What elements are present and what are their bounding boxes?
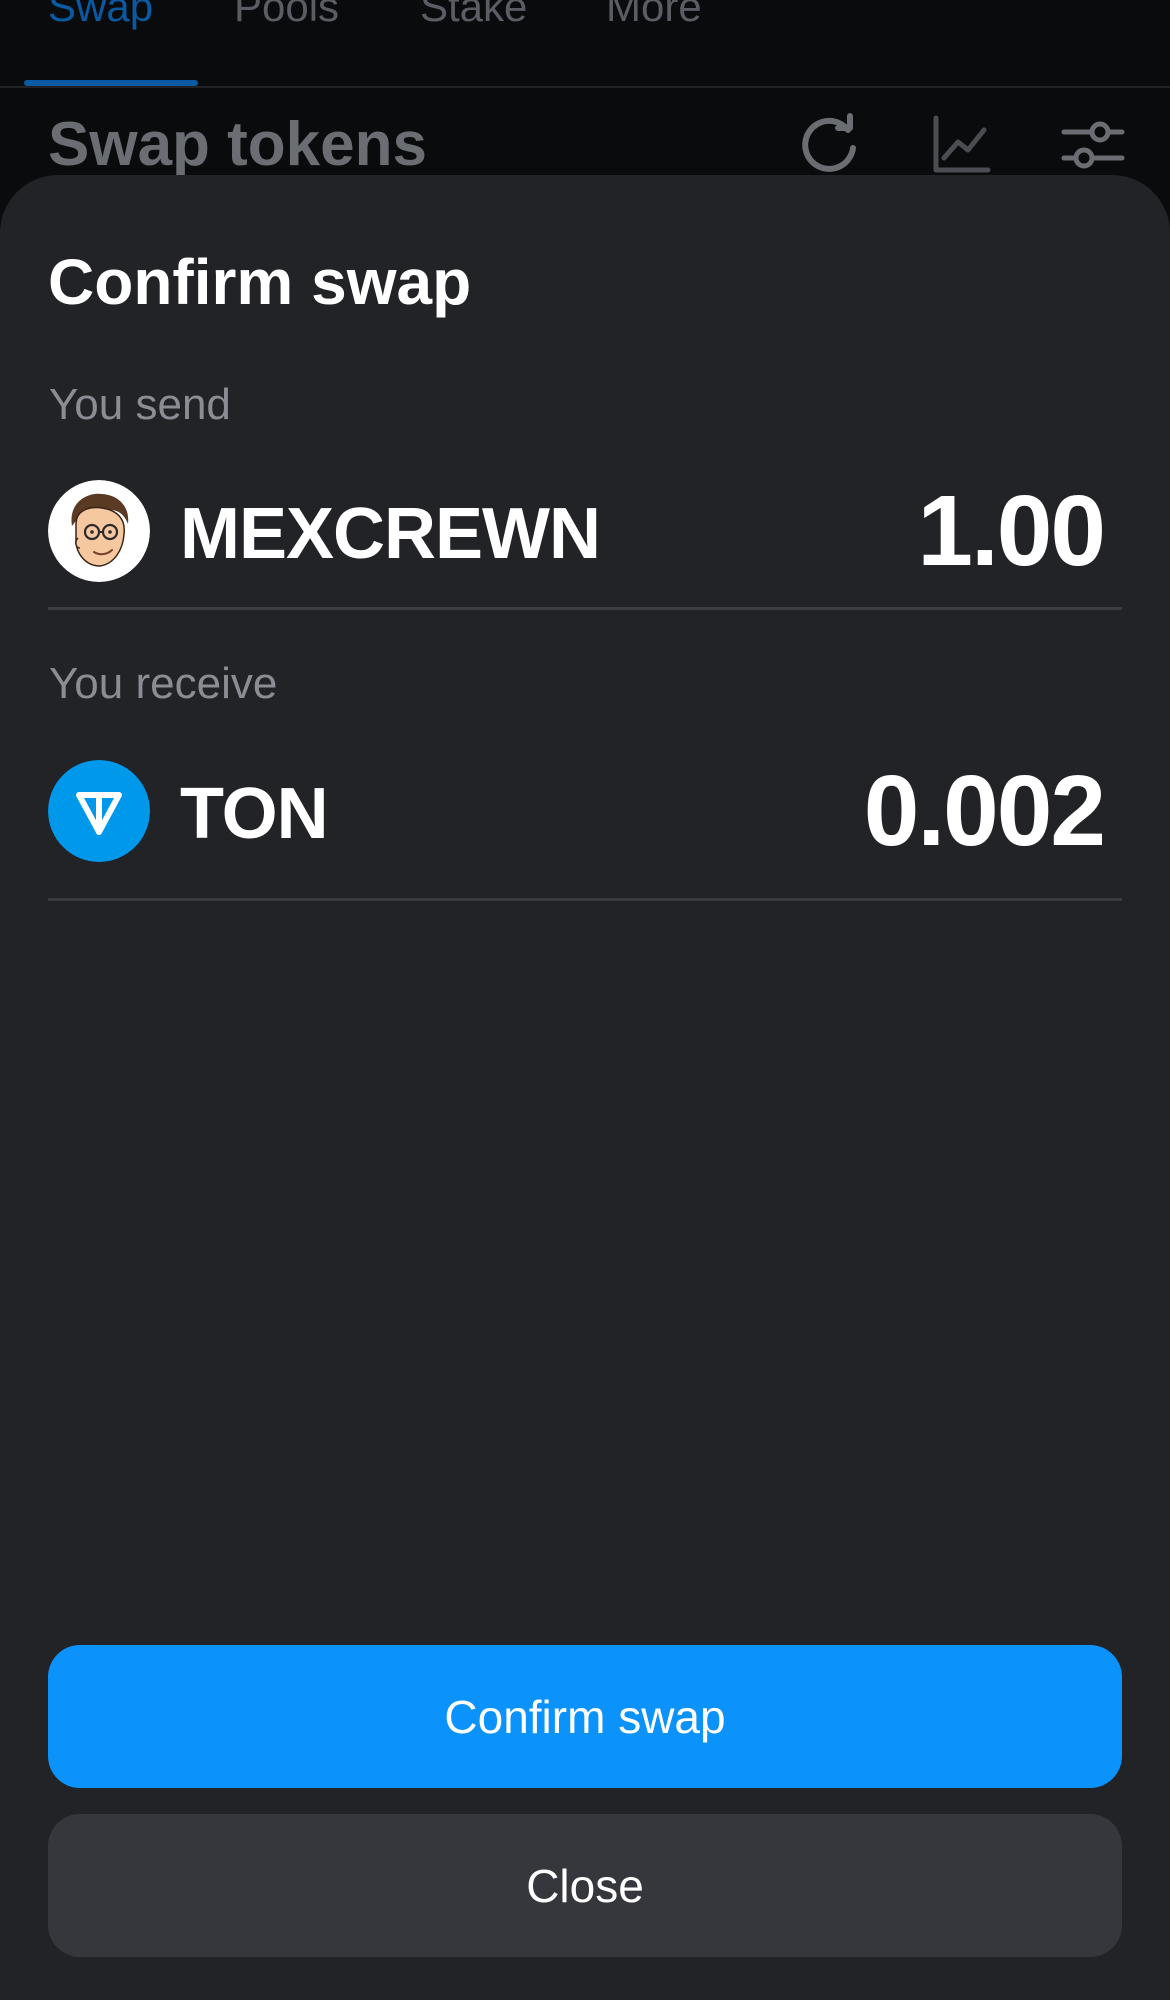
receive-divider [48,898,1122,901]
page-title: Swap tokens [48,110,427,179]
tab-swap[interactable]: Swap [48,0,153,32]
send-divider [48,607,1122,610]
send-token-name: MEXCREWN [180,494,601,574]
mexcrewn-token-icon [48,480,150,582]
receive-label: You receive [49,659,278,708]
ton-token-icon [48,760,150,862]
background-page: Swap Pools Stake More Swap tokens [0,0,1170,200]
tab-bar: Swap Pools Stake More [0,0,1170,88]
settings-sliders-icon[interactable] [1060,112,1126,178]
confirm-swap-sheet: Confirm swap You send MEXCREWN 1.00 You … [0,175,1170,2000]
send-token-row: MEXCREWN 1.00 [48,476,1122,586]
receive-token-row: TON 0.002 [48,756,1122,866]
sheet-title: Confirm swap [48,246,472,318]
close-button[interactable]: Close [48,1814,1122,1957]
tab-more[interactable]: More [606,0,702,32]
tab-stake[interactable]: Stake [420,0,527,32]
send-amount: 1.00 [917,475,1106,587]
receive-token-name: TON [180,774,329,854]
send-label: You send [49,380,231,429]
refresh-icon[interactable] [796,112,862,178]
receive-amount: 0.002 [863,755,1106,867]
confirm-swap-button[interactable]: Confirm swap [48,1645,1122,1788]
tab-pools[interactable]: Pools [234,0,339,32]
chart-icon[interactable] [928,112,994,178]
active-tab-indicator [24,80,198,86]
